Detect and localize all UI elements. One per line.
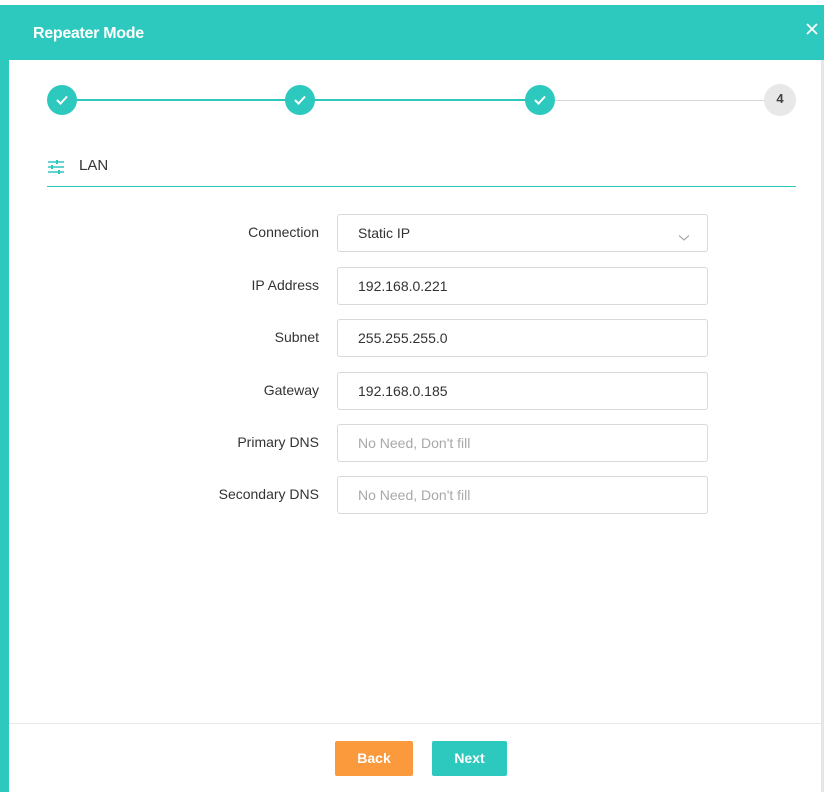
subnet-field[interactable]: 255.255.255.0 [337,319,708,357]
primary-dns-placeholder: No Need, Don't fill [358,435,471,451]
lan-section-header: LAN [47,150,796,187]
secondary-dns-placeholder: No Need, Don't fill [358,487,471,503]
gateway-row: Gateway 192.168.0.185 [0,372,824,410]
gateway-label: Gateway [263,382,319,398]
ip-address-row: IP Address 192.168.0.221 [0,267,824,305]
subnet-value: 255.255.255.0 [358,330,448,346]
connection-value: Static IP [358,225,411,241]
connection-select[interactable]: Static IP [337,214,708,252]
secondary-dns-field[interactable]: No Need, Don't fill [337,476,708,514]
connection-label: Connection [248,224,319,240]
secondary-dns-row: Secondary DNS No Need, Don't fill [0,476,824,514]
step-3-complete [525,85,555,115]
step-4-current: 4 [764,84,796,116]
check-icon [534,95,546,105]
ip-address-label: IP Address [251,277,319,293]
back-button[interactable]: Back [335,741,413,776]
check-icon [294,95,306,105]
step-2-complete [285,85,315,115]
connection-row: Connection Static IP [0,214,824,252]
step-connector-1 [62,99,300,101]
secondary-dns-label: Secondary DNS [218,486,319,502]
primary-dns-field[interactable]: No Need, Don't fill [337,424,708,462]
gateway-field[interactable]: 192.168.0.185 [337,372,708,410]
ip-address-field[interactable]: 192.168.0.221 [337,267,708,305]
subnet-row: Subnet 255.255.255.0 [0,319,824,357]
sliders-icon [47,160,65,179]
step-1-complete [47,85,77,115]
check-icon [56,95,68,105]
progress-stepper: 4 [0,0,824,130]
primary-dns-label: Primary DNS [237,434,319,450]
step-connector-3 [540,100,780,101]
chevron-down-icon [678,229,690,247]
section-title: LAN [79,157,109,174]
ip-address-value: 192.168.0.221 [358,278,448,294]
gateway-value: 192.168.0.185 [358,383,448,399]
step-connector-2 [300,99,540,101]
next-button[interactable]: Next [432,741,507,776]
subnet-label: Subnet [274,329,319,345]
footer-divider [9,723,821,724]
primary-dns-row: Primary DNS No Need, Don't fill [0,424,824,462]
